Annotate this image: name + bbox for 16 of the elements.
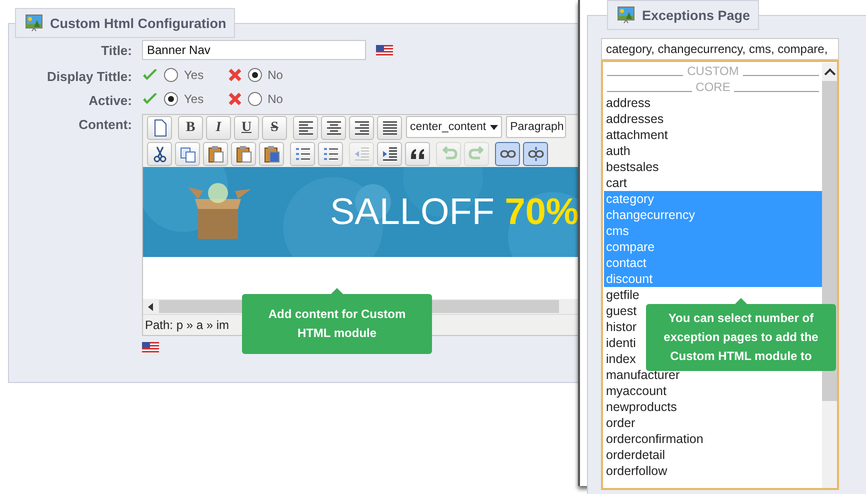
banner-text: SALLOFF 70% bbox=[330, 191, 579, 233]
field-label: Display Tittle: bbox=[46, 68, 132, 84]
tooltip: Add content for Custom HTML module bbox=[242, 294, 432, 354]
option-label: No bbox=[268, 92, 283, 106]
group-header: CORE bbox=[696, 80, 730, 94]
field-label: Content: bbox=[78, 116, 132, 134]
field-label: Active: bbox=[88, 92, 132, 108]
field-label: Title: bbox=[100, 42, 132, 60]
option-label: No bbox=[268, 68, 283, 82]
tooltip: You can select number of exception pages to add the Custom HTML module to bbox=[646, 304, 836, 371]
option-label: Yes bbox=[184, 92, 204, 106]
option-label: Yes bbox=[184, 68, 204, 82]
group-header: CUSTOM bbox=[687, 64, 739, 78]
panel-title: Exceptions Page bbox=[642, 8, 750, 22]
panel-title: Custom Html Configuration bbox=[50, 16, 226, 30]
element-path: Path: p » a » im bbox=[145, 318, 230, 332]
